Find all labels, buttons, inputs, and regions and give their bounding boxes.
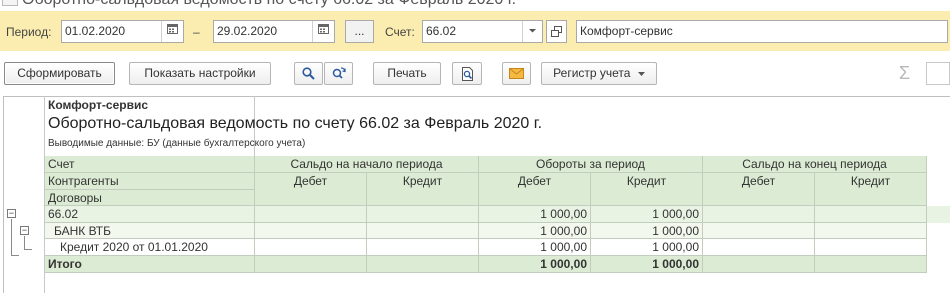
row-cell bbox=[255, 223, 367, 239]
tree-line bbox=[11, 255, 19, 256]
row-cell bbox=[815, 223, 927, 239]
preview-button[interactable] bbox=[452, 62, 482, 85]
header-opening-balance: Сальдо на начало периода bbox=[255, 156, 479, 173]
row-cell bbox=[815, 239, 927, 256]
top-cut-strip: Оборотно-сальдовая ведомость по счету 66… bbox=[0, 0, 950, 11]
header-closing-debit: Дебет bbox=[703, 173, 815, 206]
total-cell bbox=[255, 256, 367, 273]
row-cell bbox=[367, 239, 479, 256]
row-turnover-debit: 1 000,00 bbox=[479, 206, 591, 223]
register-dropdown-button[interactable]: Регистр учета bbox=[541, 62, 657, 85]
header-contracts: Договоры bbox=[45, 190, 255, 206]
header-account: Счет bbox=[45, 156, 255, 173]
search-icon bbox=[302, 67, 315, 80]
row-turnover-debit: 1 000,00 bbox=[479, 223, 591, 239]
header-opening-debit: Дебет bbox=[255, 173, 367, 206]
row-cell bbox=[255, 239, 367, 256]
search-button[interactable] bbox=[294, 62, 323, 85]
collapse-icon[interactable]: − bbox=[7, 209, 16, 218]
row-contract: Кредит 2020 от 01.01.2020 bbox=[45, 239, 255, 256]
chevron-down-icon[interactable] bbox=[522, 21, 542, 42]
header-counterparties: Контрагенты bbox=[45, 173, 255, 190]
envelope-icon bbox=[509, 68, 524, 79]
calendar-icon[interactable] bbox=[312, 21, 334, 42]
date-from-value: 01.02.2020 bbox=[65, 24, 126, 38]
tree-line bbox=[24, 249, 32, 250]
account-field[interactable]: 66.02 bbox=[422, 20, 543, 43]
total-label: Итого bbox=[45, 256, 255, 273]
row-account: 66.02 bbox=[45, 206, 255, 223]
row-cell bbox=[367, 223, 479, 239]
header-closing-credit: Кредит bbox=[815, 173, 927, 206]
row-cell bbox=[367, 206, 479, 223]
total-cell bbox=[367, 256, 479, 273]
chevron-down-icon bbox=[637, 72, 645, 76]
row-cell bbox=[703, 223, 815, 239]
date-from-field[interactable]: 01.02.2020 bbox=[61, 20, 184, 43]
top-strip-text: Оборотно-сальдовая ведомость по счету 66… bbox=[22, 0, 516, 9]
account-label: Счет: bbox=[385, 25, 415, 39]
report-title: Оборотно-сальдовая ведомость по счету 66… bbox=[48, 115, 543, 132]
show-settings-button[interactable]: Показать настройки bbox=[129, 62, 271, 85]
tree-line bbox=[24, 236, 25, 250]
period-dash: – bbox=[193, 25, 200, 39]
collapse-icon[interactable]: − bbox=[20, 226, 29, 235]
row-cell bbox=[255, 206, 367, 223]
row-counterparty: БАНК ВТБ bbox=[45, 223, 255, 239]
row-turnover-credit: 1 000,00 bbox=[591, 239, 703, 256]
total-turnover-debit: 1 000,00 bbox=[479, 256, 591, 273]
header-turnover-credit: Кредит bbox=[591, 173, 703, 206]
generate-button[interactable]: Сформировать bbox=[4, 62, 115, 85]
row-cell bbox=[815, 206, 927, 223]
header-opening-credit: Кредит bbox=[367, 173, 479, 206]
search-refresh-icon bbox=[332, 67, 346, 79]
counterparty-field[interactable]: Комфорт-сервис bbox=[576, 20, 948, 43]
row-cell bbox=[703, 239, 815, 256]
search-refresh-button[interactable] bbox=[324, 62, 353, 85]
sum-field[interactable] bbox=[926, 62, 950, 85]
print-button[interactable]: Печать bbox=[373, 62, 441, 85]
open-window-icon bbox=[551, 26, 562, 37]
open-account-button[interactable] bbox=[546, 20, 567, 43]
total-cell bbox=[703, 256, 815, 273]
calendar-icon[interactable] bbox=[161, 21, 183, 42]
report-output-data: Выводимые данные: БУ (данные бухгалтерск… bbox=[48, 138, 306, 149]
header-turnover-debit: Дебет bbox=[479, 173, 591, 206]
sigma-icon[interactable]: Σ bbox=[899, 63, 910, 84]
header-turnover: Обороты за период bbox=[479, 156, 703, 173]
print-preview-icon bbox=[461, 67, 473, 81]
row-turnover-credit: 1 000,00 bbox=[591, 206, 703, 223]
report-org: Комфорт-сервис bbox=[48, 98, 149, 112]
tree-line bbox=[11, 219, 12, 256]
period-select-button[interactable]: ... bbox=[345, 20, 374, 43]
row-turnover-credit: 1 000,00 bbox=[591, 223, 703, 239]
counterparty-value: Комфорт-сервис bbox=[580, 24, 673, 38]
period-label: Период: bbox=[6, 25, 52, 39]
account-value: 66.02 bbox=[426, 24, 457, 38]
row-turnover-debit: 1 000,00 bbox=[479, 239, 591, 256]
date-to-field[interactable]: 29.02.2020 bbox=[213, 20, 335, 43]
total-cell bbox=[815, 256, 927, 273]
total-turnover-credit: 1 000,00 bbox=[591, 256, 703, 273]
header-closing-balance: Сальдо на конец периода bbox=[703, 156, 927, 173]
email-button[interactable] bbox=[502, 62, 531, 85]
date-to-value: 29.02.2020 bbox=[217, 24, 278, 38]
parameters-bar: Период: 01.02.2020 – 29.02.2020 ... Счет… bbox=[0, 11, 950, 51]
register-label: Регистр учета bbox=[553, 66, 631, 80]
top-strip-button[interactable] bbox=[2, 0, 18, 6]
row-cell bbox=[703, 206, 815, 223]
